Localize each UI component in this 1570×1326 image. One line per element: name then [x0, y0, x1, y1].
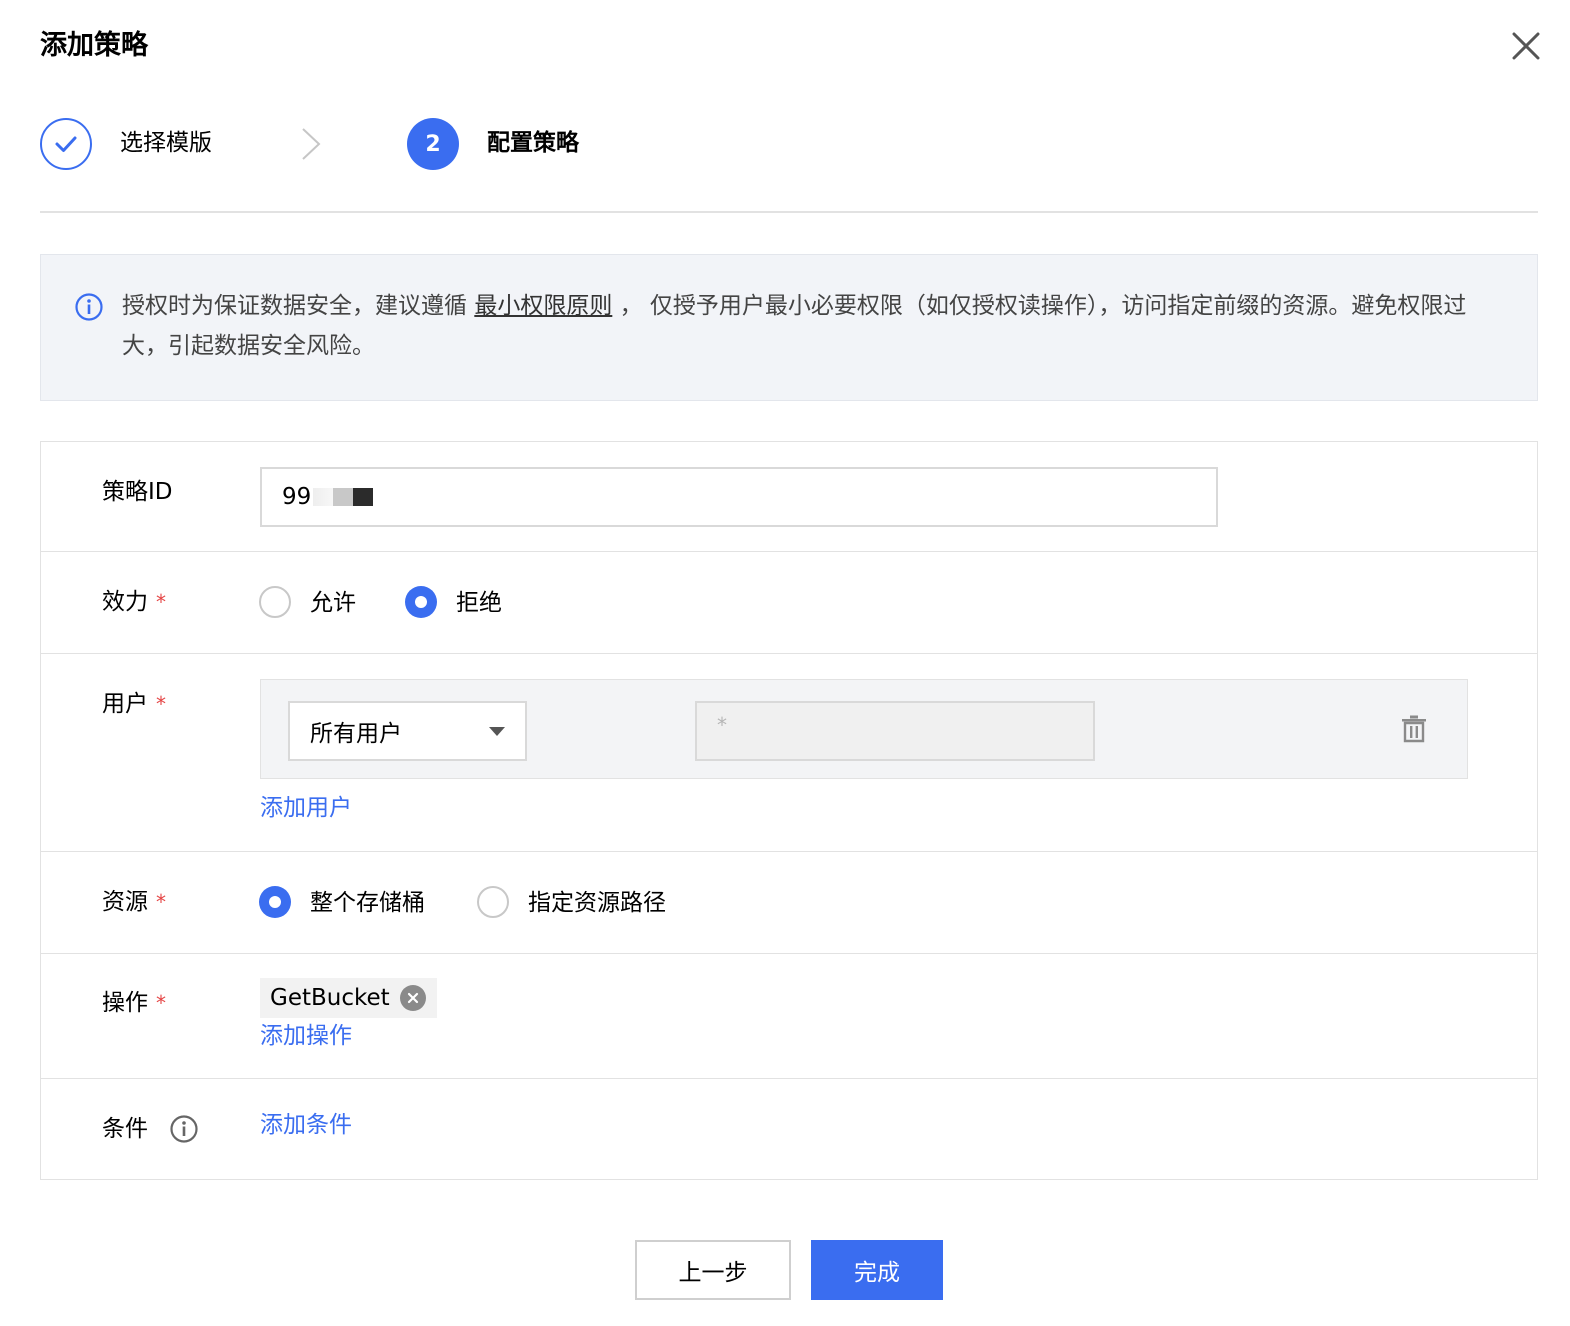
redaction-mask — [333, 488, 354, 506]
caret-down-icon — [489, 726, 505, 736]
effect-label: 效力 * — [102, 589, 166, 615]
add-condition-link[interactable]: 添加条件 — [260, 1109, 352, 1141]
resource-path-label[interactable]: 指定资源路径 — [528, 887, 666, 919]
action-tag: GetBucket — [260, 978, 437, 1018]
step-2-number: 2 — [407, 118, 459, 170]
policy-id-label: 策略ID — [102, 479, 173, 505]
close-circle-icon[interactable] — [399, 985, 426, 1011]
policy-id-input[interactable]: 99 — [260, 467, 1218, 527]
policy-id-value: 99 — [282, 484, 312, 510]
row-divider — [40, 653, 1538, 654]
check-icon — [55, 136, 77, 152]
resource-bucket-label[interactable]: 整个存储桶 — [310, 887, 425, 919]
effect-deny-label[interactable]: 拒绝 — [456, 587, 502, 619]
step-1-label: 选择模版 — [120, 130, 212, 156]
step-1-done-indicator — [40, 118, 92, 170]
resource-path-radio[interactable] — [477, 886, 509, 918]
row-divider — [40, 953, 1538, 954]
finish-button[interactable]: 完成 — [811, 1240, 943, 1300]
notice-text-before: 授权时为保证数据安全，建议遵循 — [122, 293, 475, 319]
user-type-select[interactable]: 所有用户 — [288, 701, 527, 761]
user-value-input: * — [695, 701, 1095, 761]
required-mark: * — [156, 890, 166, 914]
header-divider — [40, 211, 1538, 213]
effect-allow-label[interactable]: 允许 — [310, 587, 356, 619]
trash-icon[interactable] — [1400, 714, 1428, 744]
required-mark: * — [156, 590, 166, 614]
effect-deny-radio[interactable] — [405, 586, 437, 618]
info-icon[interactable] — [169, 1114, 199, 1144]
chevron-right-icon — [298, 126, 324, 162]
redaction-mask — [353, 488, 374, 506]
close-icon[interactable] — [1508, 28, 1544, 64]
row-divider — [40, 1078, 1538, 1079]
previous-step-button[interactable]: 上一步 — [635, 1240, 791, 1300]
notice-text: 授权时为保证数据安全，建议遵循 最小权限原则 ， 仅授予用户最小必要权限（如仅授… — [122, 286, 1512, 366]
actions-label: 操作 * — [102, 990, 166, 1016]
effect-allow-radio[interactable] — [259, 586, 291, 618]
info-icon — [74, 292, 104, 322]
resource-bucket-radio[interactable] — [259, 886, 291, 918]
step-2-label: 配置策略 — [487, 130, 579, 156]
add-user-link[interactable]: 添加用户 — [260, 792, 352, 824]
users-label: 用户 * — [102, 691, 166, 717]
least-privilege-link[interactable]: 最小权限原则 — [474, 293, 612, 319]
user-type-value: 所有用户 — [310, 721, 402, 747]
dialog-title: 添加策略 — [40, 30, 148, 61]
row-divider — [40, 851, 1538, 852]
required-mark: * — [156, 692, 166, 716]
action-tag-label: GetBucket — [270, 985, 390, 1011]
conditions-label: 条件 — [102, 1116, 148, 1142]
row-divider — [40, 551, 1538, 552]
add-action-link[interactable]: 添加操作 — [260, 1020, 352, 1052]
resource-label: 资源 * — [102, 889, 166, 915]
required-mark: * — [156, 991, 166, 1015]
redaction-mask — [313, 488, 334, 506]
